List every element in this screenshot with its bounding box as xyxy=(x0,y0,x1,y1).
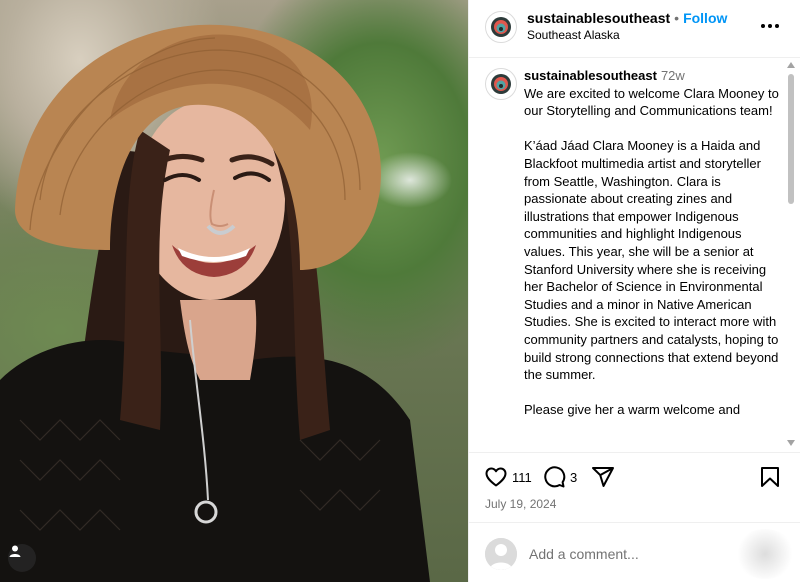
share-icon xyxy=(592,467,614,487)
likes-count[interactable]: 111 xyxy=(512,470,532,485)
profile-avatar[interactable] xyxy=(485,11,517,43)
scroll-down-arrow-icon[interactable] xyxy=(787,440,795,446)
sustainable-southeast-logo-icon xyxy=(491,17,511,37)
post-location[interactable]: Southeast Alaska xyxy=(527,28,620,42)
post-details-panel: sustainablesoutheast • Follow Southeast Al… xyxy=(468,0,800,582)
follow-button[interactable]: Follow xyxy=(683,10,727,26)
caption-paragraph: K’áad Jáad Clara Mooney is a Haida and B… xyxy=(524,138,779,383)
scrollbar-thumb[interactable] xyxy=(788,74,794,204)
like-button[interactable]: 111 xyxy=(484,465,532,489)
more-horizontal-icon-dot xyxy=(761,24,765,28)
heart-icon xyxy=(485,467,507,487)
header-username-line: sustainablesoutheast • Follow xyxy=(527,10,727,26)
tagged-users-button[interactable] xyxy=(8,544,36,572)
caption-section: sustainablesoutheast 72w We are excited t… xyxy=(469,59,800,451)
post-actions: 111 3 July 19, 2024 xyxy=(469,452,800,522)
add-comment-input[interactable]: Add a comment... xyxy=(529,546,639,562)
comment-icon xyxy=(544,466,566,488)
bookmark-icon xyxy=(761,467,779,487)
default-user-icon xyxy=(485,538,517,570)
caption-scrollbar[interactable] xyxy=(786,60,796,448)
post-date[interactable]: July 19, 2024 xyxy=(485,497,556,511)
photo-illustration xyxy=(0,24,430,582)
caption-paragraph: We are excited to welcome Clara Mooney t… xyxy=(524,85,779,119)
caption-first-line: sustainablesoutheast 72w xyxy=(524,67,782,85)
caption-text: sustainablesoutheast 72w We are excited t… xyxy=(524,67,782,419)
caption-age[interactable]: 72w xyxy=(661,68,685,83)
scroll-up-arrow-icon[interactable] xyxy=(787,62,795,68)
caption-username[interactable]: sustainablesoutheast xyxy=(524,68,657,83)
comments-count[interactable]: 3 xyxy=(570,470,577,485)
comment-button[interactable]: 3 xyxy=(542,465,577,489)
share-button[interactable] xyxy=(591,465,615,489)
more-horizontal-icon-dot xyxy=(775,24,779,28)
caption-paragraph: Please give her a warm welcome and xyxy=(524,402,741,418)
current-user-avatar[interactable] xyxy=(485,538,517,570)
more-options-button[interactable] xyxy=(760,16,780,36)
sustainable-southeast-logo-icon xyxy=(491,74,511,94)
emoji-button-blur xyxy=(735,529,795,579)
comment-composer: Add a comment... xyxy=(469,522,800,582)
user-icon xyxy=(9,545,21,557)
save-button[interactable] xyxy=(758,465,782,489)
caption-avatar[interactable] xyxy=(485,68,517,100)
more-horizontal-icon-dot xyxy=(768,24,772,28)
separator-dot: • xyxy=(674,10,680,26)
header-username[interactable]: sustainablesoutheast xyxy=(527,10,670,26)
post-header: sustainablesoutheast • Follow Southeast Al… xyxy=(469,0,800,58)
post-photo[interactable] xyxy=(0,0,468,582)
